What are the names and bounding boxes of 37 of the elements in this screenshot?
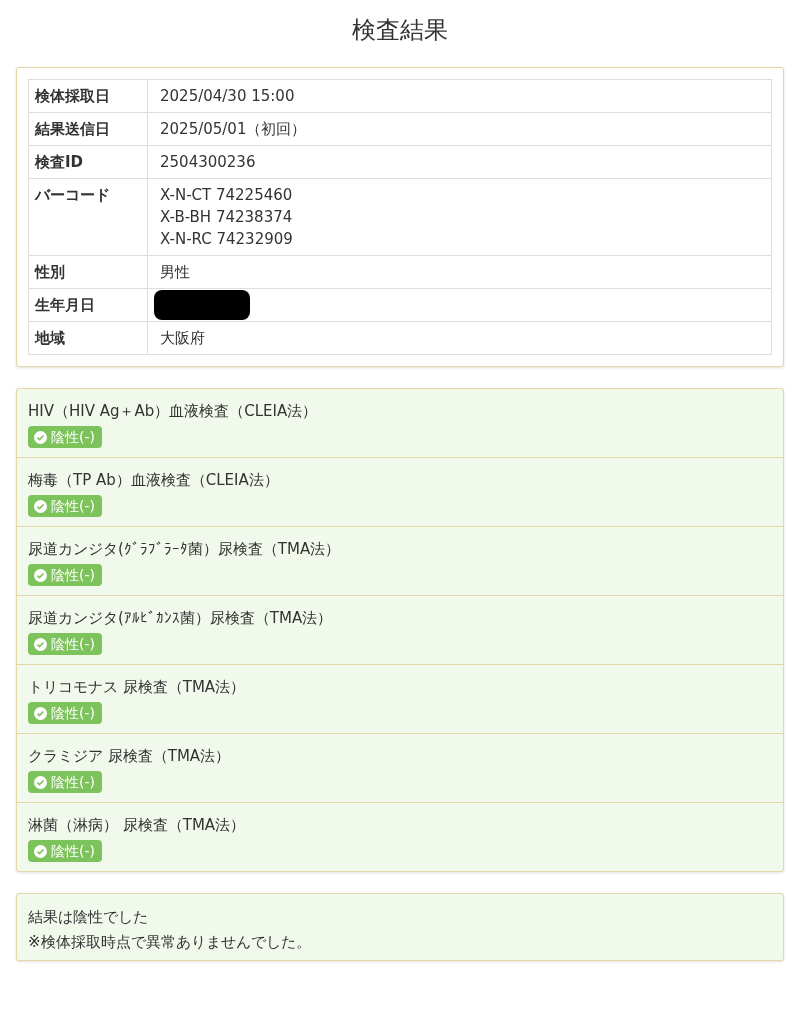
check-circle-icon xyxy=(34,637,47,651)
row-value: 2025/05/01（初回） xyxy=(147,112,772,146)
row-value: 男性 xyxy=(147,255,772,289)
test-name: HIV（HIV Ag＋Ab）血液検査（CLEIA法） xyxy=(28,401,318,421)
test-name: トリコモナス 尿検査（TMA法） xyxy=(28,677,246,697)
page-title: 検査結果 xyxy=(351,15,449,46)
result-badge: 陰性(-) xyxy=(28,771,102,793)
result-badge: 陰性(-) xyxy=(28,840,102,862)
check-circle-icon xyxy=(34,844,47,858)
row-label: 生年月日 xyxy=(28,288,148,322)
row-value: 大阪府 xyxy=(147,321,772,355)
summary-text: 結果は陰性でした xyxy=(28,908,149,927)
row-label: 検体採取日 xyxy=(28,79,148,113)
result-badge: 陰性(-) xyxy=(28,564,102,586)
test-name: 尿道カンジタ(ｸﾞﾗﾌﾞﾗｰﾀ菌）尿検査（TMA法） xyxy=(28,539,341,559)
check-circle-icon xyxy=(34,430,47,444)
row-label: 地域 xyxy=(28,321,148,355)
check-circle-icon xyxy=(34,499,47,513)
row-label: 性別 xyxy=(28,255,148,289)
row-label: バーコード xyxy=(28,178,148,256)
row-label: 検査ID xyxy=(28,145,148,179)
check-circle-icon xyxy=(34,775,47,789)
result-badge: 陰性(-) xyxy=(28,702,102,724)
summary-text: ※検体採取時点で異常ありませんでした。 xyxy=(28,933,312,952)
result-badge: 陰性(-) xyxy=(28,426,102,448)
test-name: 尿道カンジタ(ｱﾙﾋﾞｶﾝｽ菌）尿検査（TMA法） xyxy=(28,608,333,628)
row-value: X-N-CT 74225460 X-B-BH 74238374 X-N-RC 74232909 xyxy=(147,178,772,256)
row-value: 2025/04/30 15:00 xyxy=(147,79,772,113)
check-circle-icon xyxy=(34,568,47,582)
test-name: 淋菌（淋病） 尿検査（TMA法） xyxy=(28,815,246,835)
check-circle-icon xyxy=(34,706,47,720)
result-badge: 陰性(-) xyxy=(28,495,102,517)
row-label: 結果送信日 xyxy=(28,112,148,146)
test-name: クラミジア 尿検査（TMA法） xyxy=(28,746,231,766)
row-value: 2504300236 xyxy=(147,145,772,179)
result-badge: 陰性(-) xyxy=(28,633,102,655)
test-name: 梅毒（TP Ab）血液検査（CLEIA法） xyxy=(28,470,279,490)
